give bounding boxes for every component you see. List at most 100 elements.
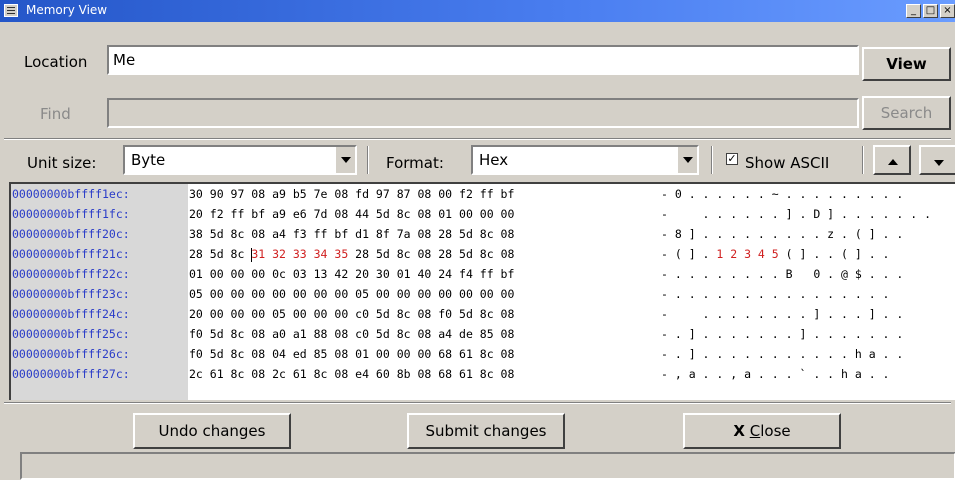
undo-changes-button[interactable]: Undo changes xyxy=(133,413,291,449)
memory-row[interactable]: 00000000bffff26c: f0 5d 8c 08 04 ed 85 08… xyxy=(11,346,955,363)
memory-hex-bytes[interactable]: 28 5d 8c 31 32 33 34 35 28 5d 8c 08 28 5… xyxy=(189,246,514,263)
scroll-down-button[interactable] xyxy=(919,145,955,175)
unit-size-value: Byte xyxy=(131,151,166,169)
search-button[interactable]: Search xyxy=(862,96,951,130)
ascii-text: - . . . . . . . . . . . . . . . . xyxy=(661,287,890,301)
memory-ascii: - . ] . . . . . . . ] . . . . . . . xyxy=(661,326,903,343)
location-label: Location xyxy=(24,53,88,71)
show-ascii-label[interactable]: Show ASCII xyxy=(745,154,829,172)
unit-size-label: Unit size: xyxy=(27,154,97,172)
memory-ascii: - . ] . . . . . . . . . . . h a . . xyxy=(661,346,903,363)
memory-ascii: - . . . . . . . . B 0 . @ $ . . . xyxy=(661,266,903,283)
chevron-down-icon[interactable] xyxy=(335,147,355,173)
memory-hex-bytes[interactable]: 20 f2 ff bf a9 e6 7d 08 44 5d 8c 08 01 0… xyxy=(189,206,514,223)
memory-row[interactable]: 00000000bffff25c: f0 5d 8c 08 a0 a1 88 08… xyxy=(11,326,955,343)
memory-ascii: - ( ] . 1 2 3 4 5 ( ] . . ( ] . . xyxy=(661,246,889,263)
ascii-text: - . . . . . . ] . D ] . . . . . . . xyxy=(661,207,932,221)
memory-address: 00000000bffff21c: xyxy=(12,247,130,261)
ascii-text: ( ] . . ( ] . . xyxy=(778,247,890,261)
memory-ascii: - 8 ] . . . . . . . . . z . ( ] . . xyxy=(661,226,903,243)
minimize-button[interactable]: _ xyxy=(906,4,921,18)
memory-address: 00000000bffff25c: xyxy=(12,327,130,341)
window-title: Memory View xyxy=(26,3,108,17)
memory-hex-bytes[interactable]: 05 00 00 00 00 00 00 00 05 00 00 00 00 0… xyxy=(189,286,514,303)
memory-ascii: - . . . . . . . . ] . . . ] . . xyxy=(661,306,903,323)
memory-address: 00000000bffff20c: xyxy=(12,227,130,241)
hex-bytes[interactable]: 28 5d 8c 08 28 5d 8c 08 xyxy=(348,247,514,261)
memory-view-window: Memory View _ □ × Location Me View Find … xyxy=(0,0,955,480)
memory-hex-bytes[interactable]: 38 5d 8c 08 a4 f3 ff bf d1 8f 7a 08 28 5… xyxy=(189,226,514,243)
close-button[interactable]: X Close xyxy=(683,413,841,449)
memory-row[interactable]: 00000000bffff1fc: 20 f2 ff bf a9 e6 7d 08… xyxy=(11,206,955,223)
memory-address: 00000000bffff1ec: xyxy=(12,187,130,201)
memory-ascii: - 0 . . . . . . ~ . . . . . . . . . xyxy=(661,186,903,203)
ascii-text: - , a . . , a . . . ` . . h a . . xyxy=(661,367,890,381)
memory-address: 00000000bffff1fc: xyxy=(12,207,130,221)
ascii-text: - 0 . . . . . . ~ . . . . . . . . . xyxy=(661,187,904,201)
divider xyxy=(711,146,713,174)
hex-bytes[interactable]: 05 00 00 00 00 00 00 00 05 00 00 00 00 0… xyxy=(189,287,514,301)
memory-hex-view[interactable]: 00000000bffff1ec: 30 90 97 08 a9 b5 7e 08… xyxy=(9,182,955,400)
ascii-text: - . ] . . . . . . . . . . . h a . . xyxy=(661,347,904,361)
find-label: Find xyxy=(40,105,71,123)
view-button[interactable]: View xyxy=(862,47,951,81)
memory-address: 00000000bffff27c: xyxy=(12,367,130,381)
modified-ascii-text: 1 2 3 4 5 xyxy=(716,247,779,261)
memory-row[interactable]: 00000000bffff27c: 2c 61 8c 08 2c 61 8c 08… xyxy=(11,366,955,383)
hex-bytes[interactable]: 20 00 00 00 05 00 00 00 c0 5d 8c 08 f0 5… xyxy=(189,307,514,321)
memory-ascii: - . . . . . . . . . . . . . . . . xyxy=(661,286,889,303)
hex-bytes[interactable]: 20 f2 ff bf a9 e6 7d 08 44 5d 8c 08 01 0… xyxy=(189,207,514,221)
ascii-text: - 8 ] . . . . . . . . . z . ( ] . . xyxy=(661,227,904,241)
memory-hex-bytes[interactable]: f0 5d 8c 08 a0 a1 88 08 c0 5d 8c 08 a4 d… xyxy=(189,326,514,343)
find-input[interactable] xyxy=(107,98,859,128)
close-label: lose xyxy=(760,422,791,440)
divider xyxy=(862,146,864,174)
window-menu-icon[interactable] xyxy=(4,4,18,17)
bottom-separator xyxy=(4,402,951,404)
show-ascii-checkbox[interactable]: ✓ xyxy=(726,153,738,165)
chevron-down-icon[interactable] xyxy=(677,147,697,173)
close-mnemonic: C xyxy=(749,422,761,440)
submit-changes-button[interactable]: Submit changes xyxy=(407,413,565,449)
memory-address: 00000000bffff23c: xyxy=(12,287,130,301)
unit-size-select[interactable]: Byte xyxy=(123,145,357,175)
ascii-text: - . ] . . . . . . . ] . . . . . . . xyxy=(661,327,904,341)
memory-row[interactable]: 00000000bffff24c: 20 00 00 00 05 00 00 00… xyxy=(11,306,955,323)
memory-address: 00000000bffff24c: xyxy=(12,307,130,321)
memory-address: 00000000bffff22c: xyxy=(12,267,130,281)
memory-row[interactable]: 00000000bffff1ec: 30 90 97 08 a9 b5 7e 08… xyxy=(11,186,955,203)
format-select[interactable]: Hex xyxy=(471,145,699,175)
close-window-button[interactable]: × xyxy=(940,4,955,18)
modified-hex-bytes[interactable]: 31 32 33 34 35 xyxy=(251,247,348,261)
memory-row[interactable]: 00000000bffff20c: 38 5d 8c 08 a4 f3 ff bf… xyxy=(11,226,955,243)
close-icon: X xyxy=(733,422,745,440)
memory-hex-bytes[interactable]: 20 00 00 00 05 00 00 00 c0 5d 8c 08 f0 5… xyxy=(189,306,514,323)
toolbar-separator xyxy=(4,138,951,140)
hex-bytes[interactable]: 01 00 00 00 0c 03 13 42 20 30 01 40 24 f… xyxy=(189,267,514,281)
divider xyxy=(367,146,369,174)
scroll-up-button[interactable] xyxy=(873,145,911,175)
memory-row[interactable]: 00000000bffff22c: 01 00 00 00 0c 03 13 42… xyxy=(11,266,955,283)
memory-hex-bytes[interactable]: 2c 61 8c 08 2c 61 8c 08 e4 60 8b 08 68 6… xyxy=(189,366,514,383)
title-bar[interactable]: Memory View _ □ × xyxy=(0,0,955,22)
location-input[interactable]: Me xyxy=(107,45,859,75)
memory-row[interactable]: 00000000bffff23c: 05 00 00 00 00 00 00 00… xyxy=(11,286,955,303)
maximize-button[interactable]: □ xyxy=(923,4,938,18)
memory-hex-bytes[interactable]: f0 5d 8c 08 04 ed 85 08 01 00 00 00 68 6… xyxy=(189,346,514,363)
memory-row[interactable]: 00000000bffff21c: 28 5d 8c 31 32 33 34 35… xyxy=(11,246,955,263)
format-value: Hex xyxy=(479,151,509,169)
memory-address: 00000000bffff26c: xyxy=(12,347,130,361)
ascii-text: - ( ] . xyxy=(661,247,717,261)
memory-hex-bytes[interactable]: 30 90 97 08 a9 b5 7e 08 fd 97 87 08 00 f… xyxy=(189,186,514,203)
ascii-text: - . . . . . . . . B 0 . @ $ . . . xyxy=(661,267,904,281)
memory-hex-bytes[interactable]: 01 00 00 00 0c 03 13 42 20 30 01 40 24 f… xyxy=(189,266,514,283)
memory-ascii: - , a . . , a . . . ` . . h a . . xyxy=(661,366,889,383)
hex-bytes[interactable]: 2c 61 8c 08 2c 61 8c 08 e4 60 8b 08 68 6… xyxy=(189,367,514,381)
hex-bytes[interactable]: f0 5d 8c 08 04 ed 85 08 01 00 00 00 68 6… xyxy=(189,347,514,361)
hex-bytes[interactable]: 30 90 97 08 a9 b5 7e 08 fd 97 87 08 00 f… xyxy=(189,187,514,201)
hex-bytes[interactable]: 38 5d 8c 08 a4 f3 ff bf d1 8f 7a 08 28 5… xyxy=(189,227,514,241)
hex-bytes[interactable]: f0 5d 8c 08 a0 a1 88 08 c0 5d 8c 08 a4 d… xyxy=(189,327,514,341)
format-label: Format: xyxy=(386,154,444,172)
hex-bytes[interactable]: 28 5d 8c xyxy=(189,247,251,261)
ascii-text: - . . . . . . . . ] . . . ] . . xyxy=(661,307,904,321)
